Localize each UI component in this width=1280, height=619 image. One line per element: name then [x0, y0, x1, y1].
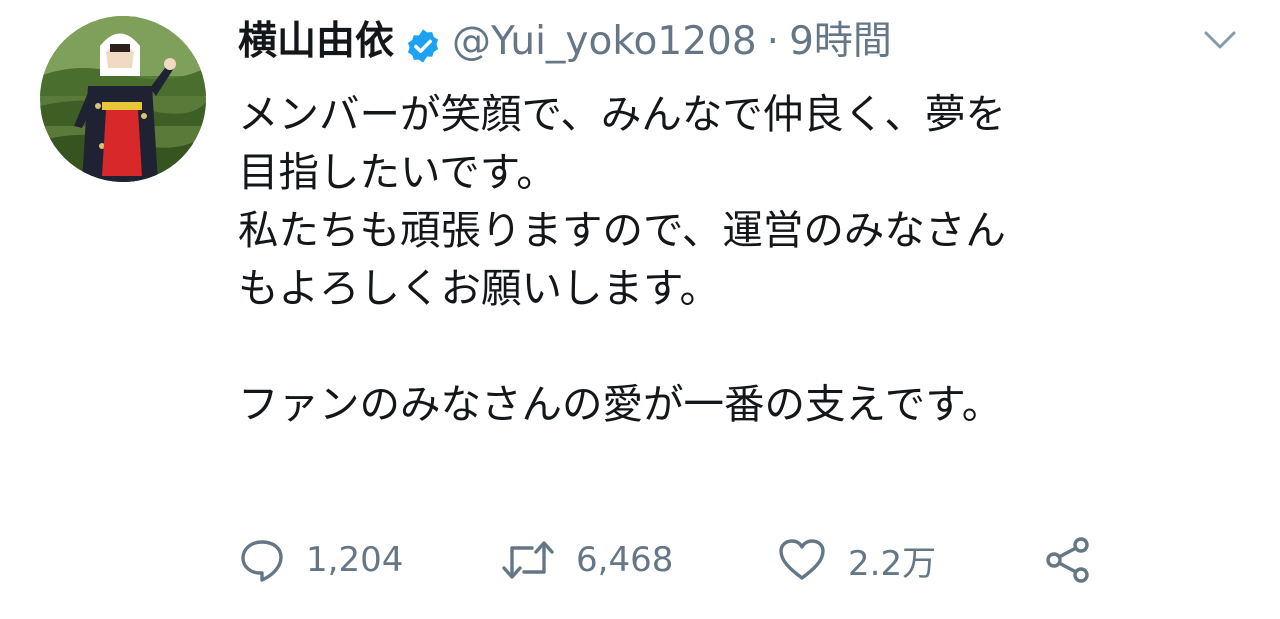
- header-separator: ·: [766, 19, 780, 64]
- reply-count: 1,204: [306, 540, 404, 580]
- tweet-timestamp[interactable]: 9時間: [789, 12, 892, 72]
- user-handle[interactable]: @Yui_yoko1208: [452, 12, 757, 72]
- retweet-count: 6,468: [576, 540, 674, 580]
- tweet-text-line: もよろしくお願いします。: [238, 264, 720, 312]
- reply-icon: [241, 540, 283, 582]
- tweet-card: 横山由依 @Yui_yoko1208 · 9時間 メンバーが笑顔で、みんなで仲良…: [0, 0, 1280, 619]
- heart-icon: [779, 539, 825, 580]
- tweet-text-line: ファンのみなさんの愛が一番の支えです。: [238, 380, 1003, 428]
- tweet-text-line: メンバーが笑顔で、みんなで仲良く、夢を: [238, 90, 1006, 138]
- tweet-text-line: 私たちも頑張りますので、運営のみなさん: [238, 206, 1006, 254]
- tweet-header: 横山由依 @Yui_yoko1208 · 9時間: [238, 12, 1220, 72]
- retweet-icon: [502, 541, 554, 579]
- tweet-text-line: [238, 317, 1248, 375]
- verified-badge-icon: [404, 23, 442, 63]
- share-icon: [1046, 537, 1089, 583]
- share-button[interactable]: [1043, 528, 1093, 592]
- action-bar: 1,204 6,468 2.2万: [238, 528, 1238, 592]
- tweet-text-line: 目指したいです。: [238, 148, 557, 196]
- like-count: 2.2万: [848, 543, 937, 584]
- avatar[interactable]: [40, 16, 206, 182]
- chevron-down-icon[interactable]: [1202, 28, 1238, 52]
- like-button[interactable]: 2.2万: [776, 528, 936, 592]
- retweet-button[interactable]: 6,468: [500, 528, 673, 592]
- display-name[interactable]: 横山由依: [238, 12, 394, 72]
- tweet-text: メンバーが笑顔で、みんなで仲良く、夢を 目指したいです。 私たちも頑張りますので…: [238, 85, 1248, 433]
- reply-button[interactable]: 1,204: [238, 528, 403, 592]
